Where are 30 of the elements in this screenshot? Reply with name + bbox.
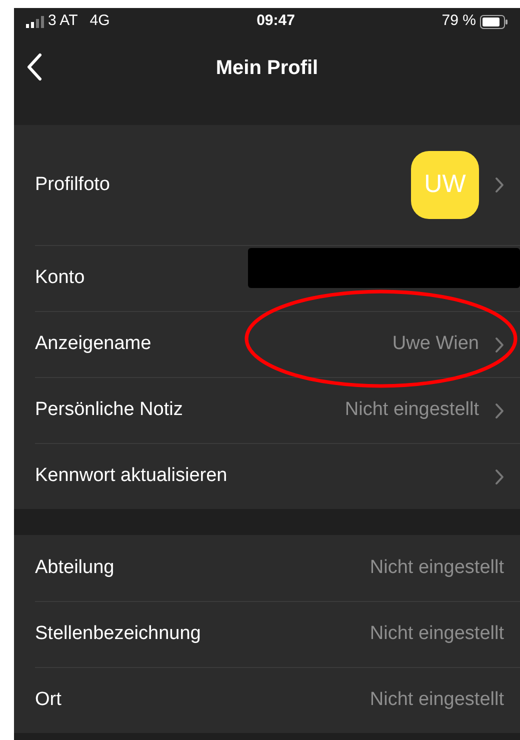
- row-value: Nicht eingestellt: [370, 688, 504, 712]
- settings-row[interactable]: Konto: [14, 245, 520, 311]
- row-label: Anzeigename: [35, 332, 152, 356]
- row-value: Nicht eingestellt: [344, 398, 479, 422]
- row-label: Ort: [35, 688, 62, 712]
- row-label: Abteilung: [35, 556, 114, 580]
- battery-icon: [480, 14, 508, 28]
- settings-row[interactable]: Abteilung Nicht eingestellt: [14, 535, 520, 601]
- settings-row[interactable]: Kennwort aktualisieren: [14, 443, 520, 509]
- row-label: Konto: [35, 266, 85, 290]
- back-icon[interactable]: [26, 53, 42, 81]
- row-label: Kennwort aktualisieren: [35, 464, 228, 488]
- row-label: Profilfoto: [35, 172, 110, 197]
- settings-row[interactable]: Stellenbezeichnung Nicht eingestellt: [14, 601, 520, 667]
- row-label: Persönliche Notiz: [35, 398, 183, 422]
- settings-row[interactable]: Profilfoto UW: [14, 125, 520, 245]
- screen-title: Mein Profil: [216, 56, 318, 81]
- row-value: Nicht eingestellt: [370, 556, 504, 580]
- settings-row[interactable]: Persönliche Notiz Nicht eingestellt: [14, 377, 520, 443]
- settings-row[interactable]: Anzeigename Uwe Wien: [14, 311, 520, 377]
- avatar-initials: UW: [411, 151, 479, 219]
- row-value: Nicht eingestellt: [370, 622, 504, 646]
- row-value: Uwe Wien: [392, 332, 479, 356]
- status-time: 09:47: [256, 11, 295, 32]
- settings-row[interactable]: Ort Nicht eingestellt: [14, 667, 520, 733]
- signal-icon: [26, 16, 44, 28]
- network-text: 4G: [90, 11, 110, 32]
- battery-text: 79 %: [442, 11, 476, 32]
- row-label: Stellenbezeichnung: [35, 622, 201, 646]
- carrier-text: 3 AT: [48, 11, 78, 32]
